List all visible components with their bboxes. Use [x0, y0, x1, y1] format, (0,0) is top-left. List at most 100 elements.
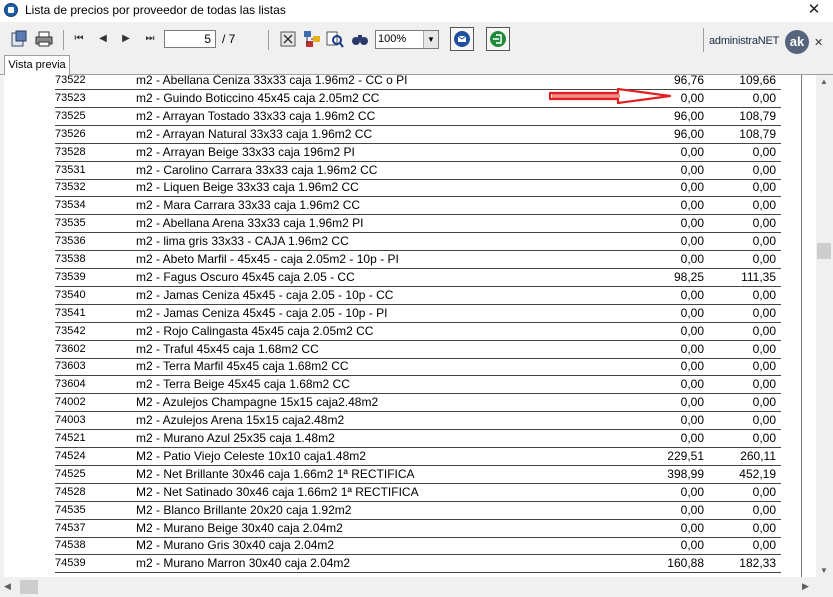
horizontal-scroll-thumb[interactable] [20, 580, 38, 594]
row-divider [55, 572, 781, 574]
table-row: 73525 m2 - Arrayan Tostado 33x33 caja 1.9… [4, 108, 794, 126]
toolbar-separator [703, 28, 704, 52]
row-price-2: 0,00 [752, 538, 776, 553]
table-row: 73536 m2 - lima gris 33x33 - CAJA 1.96m2 … [4, 233, 794, 252]
last-page-icon[interactable]: ⏭ [143, 32, 157, 46]
row-price-2: 452,19 [739, 466, 776, 481]
row-code: 73534 [55, 199, 86, 212]
row-code: 74524 [55, 449, 86, 462]
row-code: 73603 [55, 360, 86, 373]
tab-vista-previa[interactable]: Vista previa [4, 55, 70, 75]
row-description: m2 - Traful 45x45 caja 1.68m2 CC [136, 341, 319, 356]
row-code: 73602 [55, 342, 86, 355]
row-description: m2 - Murano Azul 25x35 caja 1.48m2 [136, 431, 335, 445]
next-page-icon[interactable]: ▶ [119, 32, 133, 46]
horizontal-scrollbar[interactable]: ◀ ▶ [0, 577, 816, 597]
group-tree-icon[interactable] [303, 30, 321, 48]
row-description: m2 - Arrayan Natural 33x33 caja 1.96m2 C… [136, 126, 373, 141]
search-icon[interactable] [326, 30, 344, 48]
row-code: 74525 [55, 467, 86, 480]
report-preview: 73522 m2 - Abellana Ceniza 33x33 caja 1.9… [4, 75, 816, 577]
row-price-2: 0,00 [752, 287, 776, 302]
row-code: 73542 [55, 324, 86, 337]
table-row: 74539 m2 - Murano Marron 30x40 caja 2.04m… [4, 555, 794, 574]
scroll-down-icon[interactable]: ▼ [820, 566, 828, 575]
brand-logo: administraNET [709, 35, 780, 47]
title-bar: Lista de precios por proveedor de todas … [0, 0, 833, 22]
chevron-down-icon[interactable]: ▼ [423, 31, 438, 48]
table-row: 73528 m2 - Arrayan Beige 33x33 caja 196m2… [4, 144, 794, 162]
row-code: 73522 [55, 75, 86, 86]
exit-button[interactable] [486, 27, 510, 51]
row-price-2: 0,00 [752, 431, 776, 445]
zoom-value: 100% [378, 33, 407, 45]
cancel-icon[interactable] [279, 30, 297, 48]
page-number-input[interactable]: 5 [164, 30, 216, 48]
table-row: 73535 m2 - Abellana Arena 33x33 caja 1.96… [4, 215, 794, 234]
row-code: 73541 [55, 306, 86, 319]
table-row: 73526 m2 - Arrayan Natural 33x33 caja 1.9… [4, 126, 794, 144]
row-price-2: 260,11 [740, 448, 776, 463]
toolbar-separator [268, 30, 269, 50]
export-icon[interactable] [10, 30, 28, 48]
row-price-2: 108,79 [739, 126, 776, 141]
row-price-2: 0,00 [752, 413, 776, 428]
table-row: 73540 m2 - Jamas Ceniza 45x45 - caja 2.05… [4, 287, 794, 305]
prev-page-icon[interactable]: ◀ [96, 32, 110, 46]
row-price-2: 0,00 [752, 234, 776, 249]
row-description: M2 - Blanco Brillante 20x20 caja 1.92m2 [136, 502, 352, 517]
page-total: / 7 [222, 32, 236, 46]
email-button[interactable] [450, 27, 474, 51]
table-row: 73523 m2 - Guindo Boticcino 45x45 caja 2.… [4, 90, 794, 108]
table-row: 73531 m2 - Carolino Carrara 33x33 caja 1.… [4, 162, 794, 180]
row-description: M2 - Patio Viejo Celeste 10x10 caja1.48m… [136, 448, 366, 463]
vertical-scroll-thumb[interactable] [817, 243, 831, 259]
table-row: 74525 M2 - Net Brillante 30x46 caja 1.66m… [4, 466, 794, 484]
row-price-2: 0,00 [752, 305, 776, 320]
row-description: M2 - Net Satinado 30x46 caja 1.66m2 1ª R… [136, 484, 419, 499]
row-price-2: 0,00 [752, 144, 776, 159]
row-description: m2 - Arrayan Tostado 33x33 caja 1.96m2 C… [136, 108, 376, 123]
table-row: 73604 m2 - Terra Beige 45x45 caja 1.68m2 … [4, 376, 794, 395]
row-description: m2 - Abellana Arena 33x33 caja 1.96m2 PI [136, 216, 364, 231]
row-description: m2 - Fagus Oscuro 45x45 caja 2.05 - CC [136, 269, 355, 284]
row-description: M2 - Murano Beige 30x40 caja 2.04m2 [136, 520, 343, 535]
row-description: m2 - Abeto Marfil - 45x45 - caja 2.05m2 … [136, 252, 399, 266]
scroll-left-icon[interactable]: ◀ [4, 581, 11, 592]
close-window-button[interactable]: ✕ [795, 0, 833, 22]
first-page-icon[interactable]: ⏮ [72, 32, 86, 46]
zoom-select[interactable]: 100% ▼ [375, 30, 439, 49]
scroll-up-icon[interactable]: ▲ [820, 77, 828, 86]
toolbar: ⏮ ◀ ▶ ⏭ 5 / 7 100% ▼ administraNET ak ✕ [0, 22, 833, 58]
table-row: 73603 m2 - Terra Marfil 45x45 caja 1.68m2… [4, 358, 794, 377]
table-row: 74003 m2 - Azulejos Arena 15x15 caja2.48m… [4, 412, 794, 431]
binoculars-icon[interactable] [351, 30, 369, 48]
close-preview-button[interactable]: ✕ [814, 36, 823, 49]
row-code: 73532 [55, 181, 86, 194]
row-code: 73538 [55, 253, 86, 265]
table-row: 74528 M2 - Net Satinado 30x46 caja 1.66m2… [4, 484, 794, 502]
scroll-right-icon[interactable]: ▶ [802, 581, 809, 592]
row-price-2: 0,00 [752, 395, 776, 410]
row-price-2: 0,00 [752, 484, 776, 499]
table-row: 73538 m2 - Abeto Marfil - 45x45 - caja 2.… [4, 251, 794, 269]
row-description: m2 - Mara Carrara 33x33 caja 1.96m2 CC [136, 198, 361, 213]
row-description: m2 - Azulejos Arena 15x15 caja2.48m2 [136, 413, 345, 428]
row-code: 73531 [55, 163, 86, 176]
row-description: M2 - Murano Gris 30x40 caja 2.04m2 [136, 538, 335, 553]
row-description: m2 - Guindo Boticcino 45x45 caja 2.05m2 … [136, 90, 380, 105]
row-code: 74538 [55, 539, 86, 552]
vertical-scrollbar[interactable]: ▲ ▼ [816, 75, 833, 577]
row-price-2: 0,00 [752, 341, 776, 356]
print-icon[interactable] [35, 30, 53, 48]
row-price-2: 109,66 [739, 75, 776, 87]
table-row: 74537 M2 - Murano Beige 30x40 caja 2.04m2… [4, 520, 794, 538]
table-row: 74002 M2 - Azulejos Champagne 15x15 caja2… [4, 394, 794, 413]
row-code: 74003 [55, 414, 86, 427]
row-price-2: 0,00 [752, 323, 776, 338]
row-code: 73526 [55, 127, 86, 140]
row-description: m2 - lima gris 33x33 - CAJA 1.96m2 CC [136, 234, 349, 249]
row-description: m2 - Terra Beige 45x45 caja 1.68m2 CC [136, 377, 350, 392]
row-price-2: 0,00 [752, 162, 776, 177]
row-price-2: 0,00 [752, 502, 776, 517]
